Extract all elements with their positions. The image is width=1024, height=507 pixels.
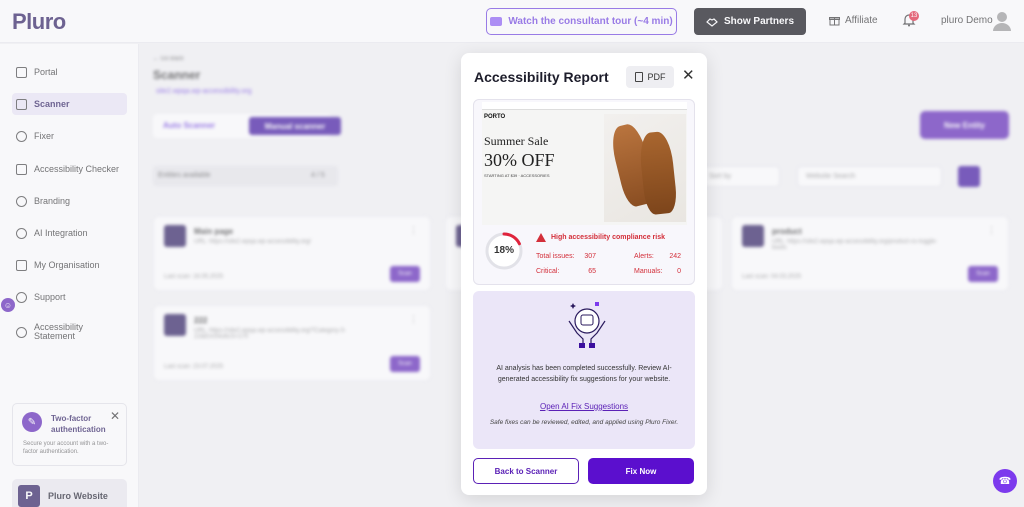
- total-issues-value: 307: [584, 253, 596, 260]
- accessibility-report-modal: Accessibility Report PDF ✕ PORTO Summer …: [461, 53, 707, 495]
- score-value: 18%: [493, 245, 514, 256]
- total-issues-label: Total issues:: [536, 253, 575, 260]
- website-screenshot: PORTO Summer Sale 30% OFF STARTING AT $3…: [482, 102, 687, 225]
- screenshot-nav: [482, 102, 687, 110]
- screenshot-offer: 30% OFF: [484, 150, 555, 170]
- pdf-label: PDF: [647, 72, 666, 82]
- close-icon[interactable]: ✕: [682, 67, 695, 85]
- support-chat-icon[interactable]: ☎: [993, 469, 1017, 493]
- fix-now-button[interactable]: Fix Now: [588, 458, 694, 484]
- manuals-value: 0: [677, 268, 681, 275]
- screenshot-small-text: STARTING AT $39 · ACCESSORIES: [484, 173, 550, 178]
- warning-icon: [536, 233, 546, 242]
- alerts-value: 242: [669, 253, 681, 260]
- risk-label: High accessibility compliance risk: [551, 234, 665, 241]
- alerts-label: Alerts:: [634, 253, 654, 260]
- manuals-label: Manuals:: [634, 268, 663, 275]
- ai-hands-icon: [568, 302, 606, 348]
- risk-warning: High accessibility compliance risk: [536, 233, 665, 242]
- document-icon: [634, 72, 643, 82]
- report-card: PORTO Summer Sale 30% OFF STARTING AT $3…: [473, 99, 695, 285]
- back-to-scanner-button[interactable]: Back to Scanner: [473, 458, 579, 484]
- ai-note: Safe fixes can be reviewed, edited, and …: [489, 419, 679, 426]
- screenshot-headline: Summer Sale: [484, 134, 549, 148]
- critical-label: Critical:: [536, 268, 560, 275]
- critical-value: 65: [588, 268, 596, 275]
- screenshot-logo: PORTO: [484, 114, 506, 120]
- ai-analysis-panel: AI analysis has been completed successfu…: [473, 291, 695, 449]
- ai-analysis-text: AI analysis has been completed successfu…: [496, 365, 672, 383]
- modal-title: Accessibility Report: [474, 69, 609, 85]
- pdf-button[interactable]: PDF: [626, 66, 674, 88]
- open-ai-fix-suggestions-link[interactable]: Open AI Fix Suggestions: [473, 402, 695, 411]
